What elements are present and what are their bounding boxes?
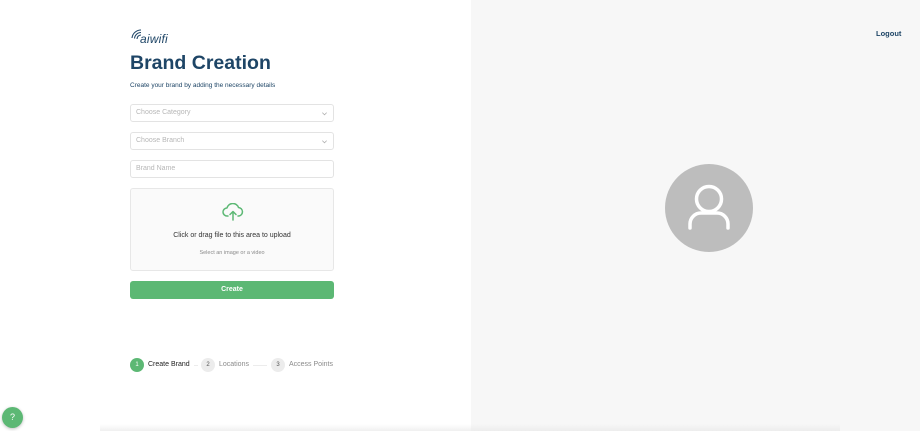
brand-name-placeholder: Brand Name	[136, 165, 176, 172]
file-upload-dropzone[interactable]: Click or drag file to this area to uploa…	[130, 188, 334, 271]
brand-name-input[interactable]: Brand Name	[130, 160, 334, 178]
create-button[interactable]: Create	[130, 281, 334, 299]
logout-link[interactable]: Logout	[876, 29, 901, 38]
chevron-down-icon	[322, 140, 327, 144]
step-connector	[253, 365, 267, 366]
branch-select[interactable]: Choose Branch	[130, 132, 334, 150]
page-title: Brand Creation	[130, 52, 271, 74]
upload-title: Click or drag file to this area to uploa…	[173, 232, 291, 239]
step-number: 1	[130, 358, 144, 372]
help-button[interactable]: ?	[2, 407, 23, 428]
page-subtitle: Create your brand by adding the necessar…	[130, 82, 276, 89]
user-icon	[688, 184, 730, 230]
category-placeholder: Choose Category	[136, 109, 191, 116]
branch-placeholder: Choose Branch	[136, 137, 185, 144]
step-label: Access Points	[289, 361, 333, 368]
upload-hint: Select an image or a video	[199, 250, 265, 256]
brand-logo: aiwifi	[131, 29, 171, 47]
step-number: 3	[271, 358, 285, 372]
step-number: 2	[201, 358, 215, 372]
chevron-down-icon	[322, 112, 327, 116]
logo-text: aiwifi	[140, 32, 168, 46]
step-label: Locations	[219, 361, 249, 368]
bottom-shadow	[100, 424, 840, 431]
category-select[interactable]: Choose Category	[130, 104, 334, 122]
avatar	[665, 164, 753, 252]
cloud-upload-icon	[222, 203, 244, 221]
step-connector	[194, 365, 198, 366]
form-panel: aiwifi Brand Creation Create your brand …	[0, 0, 471, 431]
step-label: Create Brand	[148, 361, 190, 368]
